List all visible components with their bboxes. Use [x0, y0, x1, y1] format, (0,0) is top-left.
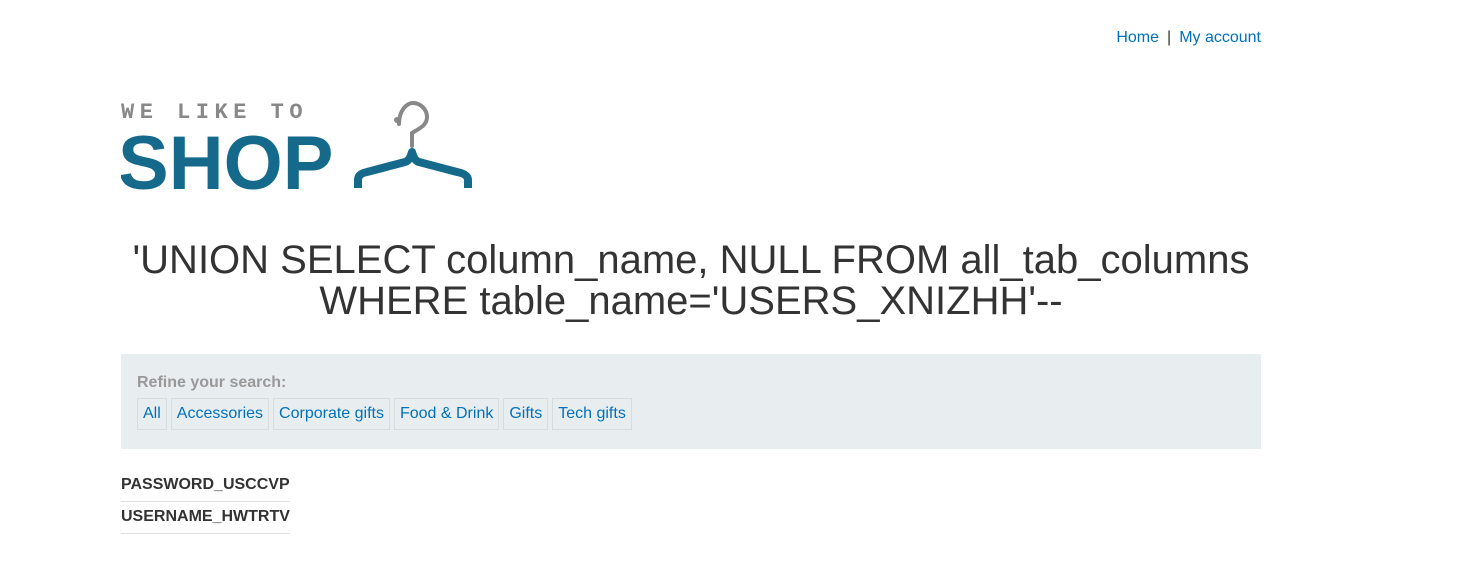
- home-link[interactable]: Home: [1116, 29, 1159, 46]
- refine-search-panel: Refine your search: All Accessories Corp…: [121, 354, 1261, 449]
- results-list: PASSWORD_USCCVP USERNAME_HWTRTV: [121, 470, 290, 534]
- logo-graphic: WE LIKE TO SHOP: [118, 100, 472, 206]
- category-filter-all[interactable]: All: [137, 398, 167, 430]
- category-filter-corporate-gifts[interactable]: Corporate gifts: [273, 398, 390, 430]
- nav-separator: |: [1167, 29, 1172, 46]
- top-nav: Home | My account: [1116, 29, 1261, 47]
- category-filter-list: All Accessories Corporate gifts Food & D…: [137, 398, 632, 430]
- category-filter-accessories[interactable]: Accessories: [170, 398, 270, 430]
- hanger-icon: [354, 100, 472, 188]
- result-item: PASSWORD_USCCVP: [121, 470, 290, 502]
- category-filter-gifts[interactable]: Gifts: [503, 398, 549, 430]
- logo-word: SHOP: [121, 121, 333, 196]
- shop-logo[interactable]: WE LIKE TO SHOP: [118, 96, 481, 206]
- result-item: USERNAME_HWTRTV: [121, 502, 290, 534]
- category-filter-food-drink[interactable]: Food & Drink: [393, 398, 500, 430]
- my-account-link[interactable]: My account: [1179, 29, 1261, 46]
- refine-search-label: Refine your search:: [137, 374, 287, 391]
- category-filter-tech-gifts[interactable]: Tech gifts: [552, 398, 632, 430]
- search-results-heading: 'UNION SELECT column_name, NULL FROM all…: [132, 238, 1250, 323]
